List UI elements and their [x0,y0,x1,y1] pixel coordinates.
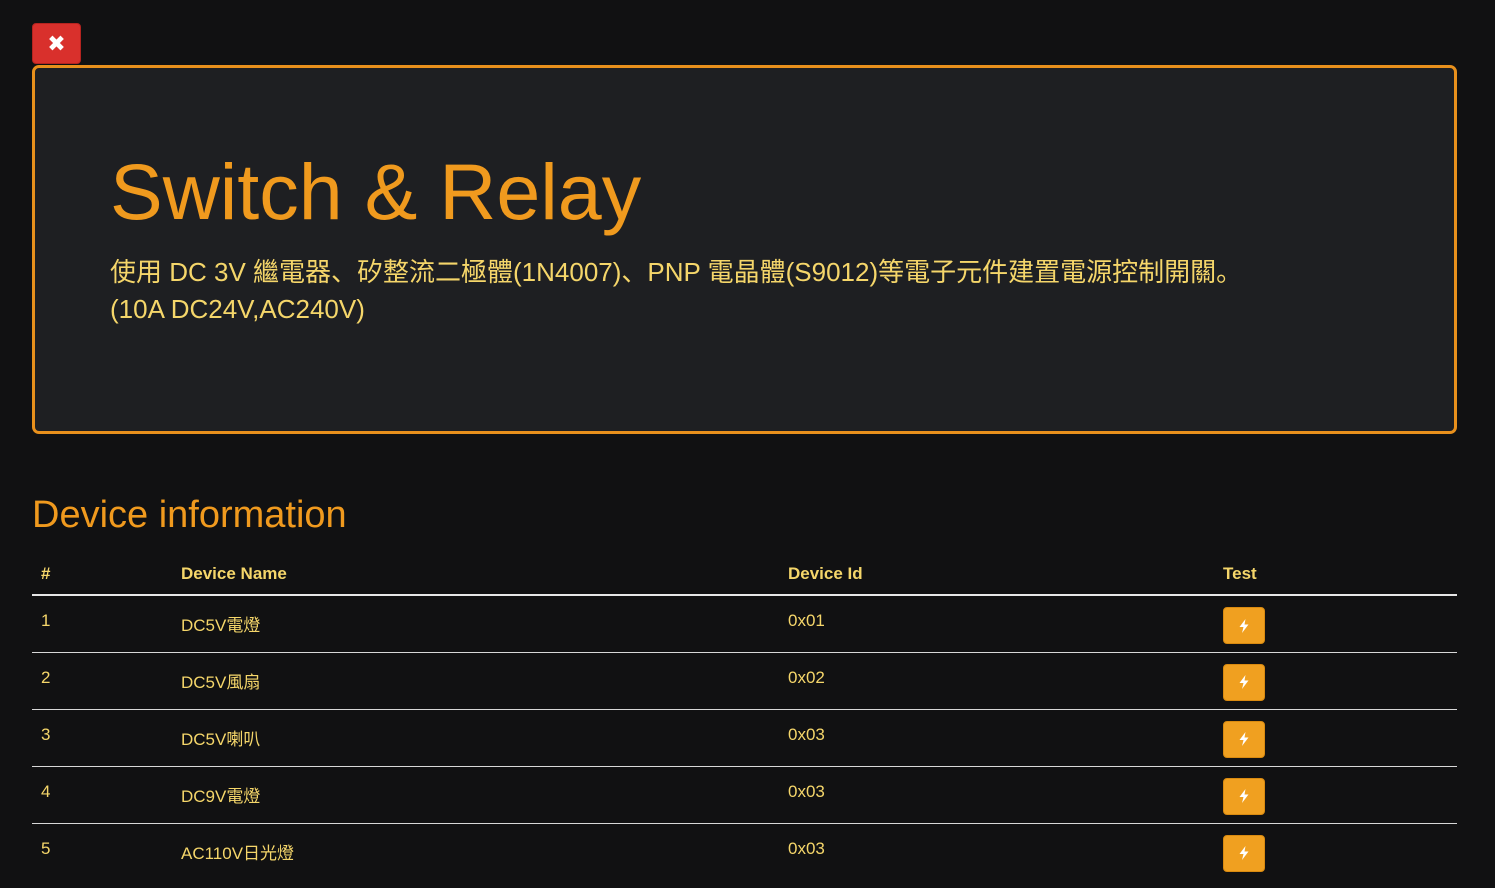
cell-device-name: DC5V風扇 [172,652,779,710]
cell-device-id: 0x02 [779,652,1214,710]
lightning-bolt-icon [1238,732,1250,746]
lightning-bolt-icon [1238,675,1250,689]
header-device-name: Device Name [172,554,779,596]
table-row: 1 DC5V電燈 0x01 [32,595,1457,653]
hero-description-line1: 使用 DC 3V 繼電器、矽整流二極體(1N4007)、PNP 電晶體(S901… [110,257,1243,287]
device-table: # Device Name Device Id Test 1 DC5V電燈 0x01… [32,554,1457,880]
table-row: 5 AC110V日光燈 0x03 [32,823,1457,880]
test-button[interactable] [1223,720,1265,758]
test-button[interactable] [1223,607,1265,644]
close-icon: ✖ [47,30,66,56]
cell-device-id: 0x03 [779,709,1214,767]
page-title: Switch & Relay [110,147,642,236]
cell-device-name: AC110V日光燈 [181,843,295,863]
cell-device-id: 0x03 [788,838,825,858]
hero-description-line2: (10A DC24V,AC240V) [110,294,365,324]
cell-device-name: DC5V電燈 [172,595,779,653]
cell-num: 3 [32,709,172,767]
close-button[interactable]: ✖ [32,23,81,64]
test-button[interactable] [1223,777,1265,815]
lightning-bolt-icon [1238,618,1250,633]
lightning-bolt-icon [1238,789,1250,803]
section-title: Device information [32,494,347,536]
table-row: 3 DC5V喇叭 0x03 [32,709,1457,767]
lightning-bolt-icon [1238,846,1250,860]
cell-num: 4 [32,766,172,824]
table-header-row: # Device Name Device Id Test [32,554,1457,596]
cell-num: 2 [32,652,172,710]
header-device-id: Device Id [779,554,1214,596]
hero-panel: Switch & Relay 使用 DC 3V 繼電器、矽整流二極體(1N400… [32,65,1457,434]
cell-device-name: DC9V電燈 [172,766,779,824]
cell-test [1214,823,1457,880]
header-num: # [32,554,172,596]
cell-device-name: DC5V喇叭 [172,709,779,767]
cell-num: 1 [32,595,172,653]
cell-device-id: 0x01 [779,595,1214,653]
test-button[interactable] [1223,834,1265,872]
table-row: 4 DC9V電燈 0x03 [32,766,1457,824]
cell-num: 5 [41,838,51,858]
cell-device-id: 0x03 [779,766,1214,824]
test-button[interactable] [1223,663,1265,701]
hero-description: 使用 DC 3V 繼電器、矽整流二極體(1N4007)、PNP 電晶體(S901… [110,254,1242,328]
cell-test [1214,595,1457,653]
header-test: Test [1214,554,1457,596]
cell-test [1214,652,1457,710]
table-row: 2 DC5V風扇 0x02 [32,652,1457,710]
cell-test [1214,709,1457,767]
cell-test [1214,766,1457,824]
